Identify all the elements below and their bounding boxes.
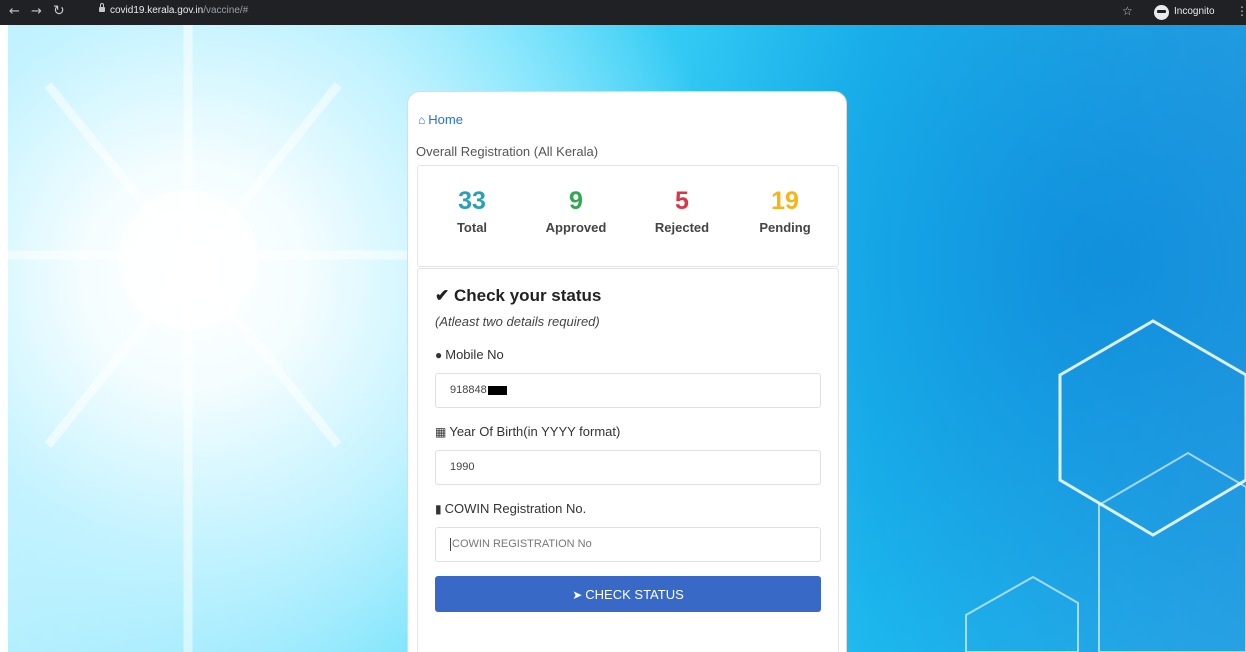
url-path: /vaccine/# (203, 5, 249, 16)
cowin-registration-input[interactable]: COWIN REGISTRATION No (435, 527, 821, 562)
home-label: Home (428, 112, 463, 127)
mobile-input[interactable]: 918848 (435, 373, 821, 408)
page-background: ⌂ Home Overall Registration (All Kerala) … (8, 25, 1246, 652)
cowin-label: ▮ COWIN Registration No. (435, 501, 586, 516)
check-status-heading: ✔ Check your status (435, 286, 601, 306)
stats-panel: 33 Total 9 Approved 5 Rejected 19 Pendin… (417, 165, 839, 267)
overall-registration-label: Overall Registration (All Kerala) (416, 144, 599, 159)
stat-rejected: 5 Rejected (632, 166, 732, 235)
mobile-value: 918848 (450, 384, 487, 396)
stat-total-value: 33 (458, 187, 486, 215)
check-status-button-label: CHECK STATUS (585, 587, 684, 602)
yob-value: 1990 (450, 461, 475, 473)
forward-arrow-icon[interactable]: → (31, 4, 42, 20)
cowin-placeholder: COWIN REGISTRATION No (452, 538, 592, 550)
redaction-box (487, 385, 507, 395)
yob-label: ▦ Year Of Birth(in YYYY format) (435, 424, 620, 439)
file-icon: ▮ (435, 502, 442, 516)
address-bar[interactable]: covid19.kerala.gov.in/vaccine/# (110, 5, 248, 16)
lock-icon[interactable] (99, 3, 105, 12)
stat-total-label: Total (456, 220, 488, 235)
reload-icon[interactable]: ↻ (53, 3, 65, 19)
kebab-menu-icon[interactable]: ⋮ (1236, 4, 1246, 18)
mobile-label-text: Mobile No (445, 347, 504, 362)
browser-toolbar: ← → ↻ covid19.kerala.gov.in/vaccine/# ☆ … (0, 0, 1246, 25)
stat-rejected-value: 5 (675, 187, 689, 215)
text-caret (450, 537, 451, 551)
cowin-label-text: COWIN Registration No. (444, 501, 587, 516)
stat-approved-label: Approved (545, 220, 607, 235)
incognito-label[interactable]: Incognito (1174, 6, 1215, 17)
home-icon: ⌂ (418, 113, 426, 127)
stat-pending: 19 Pending (735, 166, 835, 235)
stat-pending-label: Pending (759, 220, 811, 235)
check-status-button[interactable]: ➤ CHECK STATUS (435, 576, 821, 612)
incognito-icon (1154, 5, 1169, 20)
stat-rejected-label: Rejected (654, 220, 710, 235)
status-card: ⌂ Home Overall Registration (All Kerala) … (407, 91, 847, 652)
url-domain: covid19.kerala.gov.in (110, 5, 204, 16)
paper-plane-icon: ➤ (572, 588, 583, 602)
home-link[interactable]: ⌂ Home (418, 112, 463, 127)
calendar-icon: ▦ (435, 425, 447, 439)
checkmark-icon: ✔ (435, 286, 450, 305)
star-icon[interactable]: ☆ (1122, 4, 1133, 18)
year-of-birth-input[interactable]: 1990 (435, 450, 821, 485)
stat-approved-value: 9 (569, 187, 583, 215)
mobile-label: ● Mobile No (435, 347, 504, 362)
yob-label-text: Year Of Birth(in YYYY format) (449, 424, 621, 439)
back-arrow-icon[interactable]: ← (9, 4, 20, 20)
user-circle-icon: ● (435, 348, 443, 362)
check-status-subtitle: (Atleast two details required) (435, 314, 600, 329)
stat-total: 33 Total (422, 166, 522, 235)
check-status-form: ✔ Check your status (Atleast two details… (417, 268, 839, 652)
check-status-title: Check your status (453, 286, 602, 305)
stat-approved: 9 Approved (526, 166, 626, 235)
stat-pending-value: 19 (771, 187, 799, 215)
